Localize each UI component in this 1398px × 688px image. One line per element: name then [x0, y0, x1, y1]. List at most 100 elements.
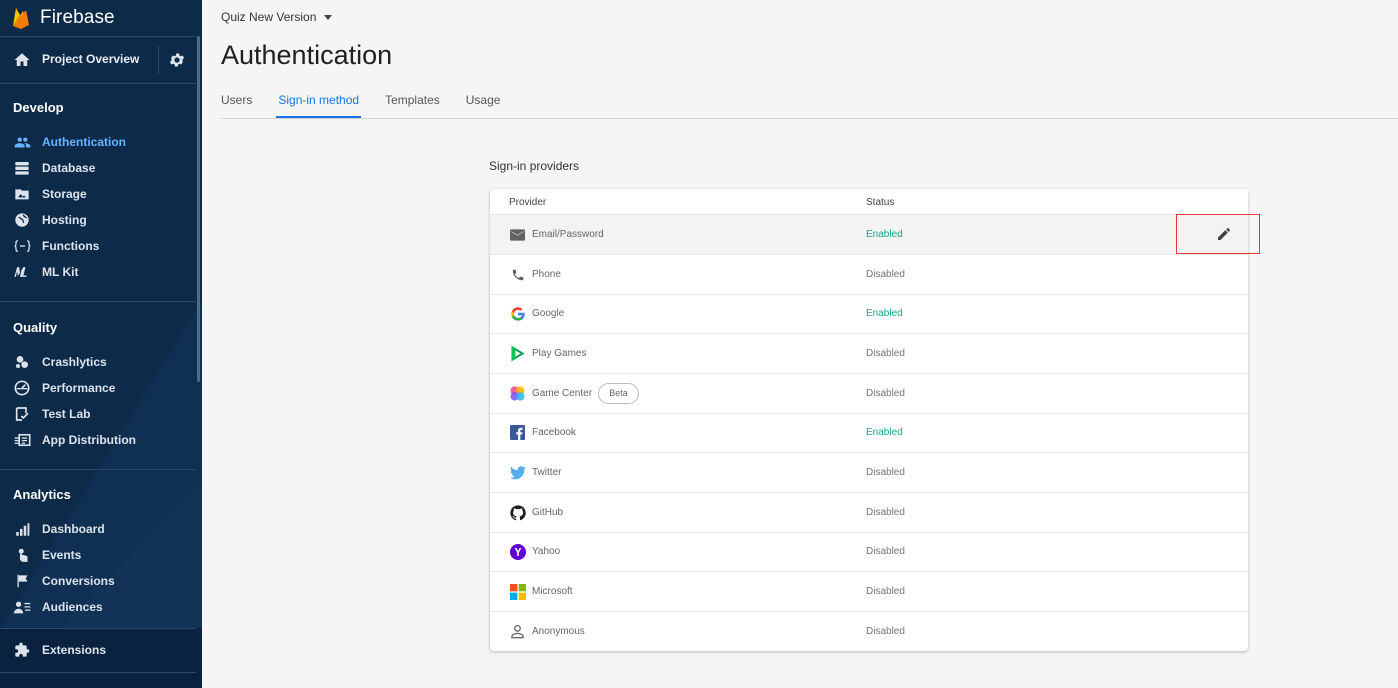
section-analytics[interactable]: Analytics: [13, 487, 71, 502]
divider: [158, 46, 159, 74]
divider: [0, 469, 196, 470]
table-row[interactable]: Twitter Disabled: [490, 453, 1248, 493]
sidebar-item-label: ML Kit: [42, 265, 79, 279]
sidebar-item-storage[interactable]: Storage: [0, 181, 196, 207]
sidebar-scrollbar[interactable]: [197, 36, 200, 382]
bar-chart-icon: [13, 520, 31, 538]
sidebar-item-hosting[interactable]: Hosting: [0, 207, 196, 233]
status-text: Disabled: [866, 626, 905, 637]
anonymous-icon: [509, 623, 526, 640]
provider-name: GitHub: [532, 507, 564, 518]
table-row[interactable]: Google Enabled: [490, 294, 1248, 334]
sidebar-item-dashboard[interactable]: Dashboard: [0, 516, 196, 542]
provider-name: Facebook: [532, 427, 576, 438]
providers-table: Provider Status Email/Password Enabled P…: [490, 189, 1248, 651]
sidebar-item-label: App Distribution: [42, 433, 136, 447]
tab-templates[interactable]: Templates: [385, 84, 440, 118]
google-icon: [509, 305, 526, 322]
gear-icon[interactable]: [168, 51, 186, 69]
github-icon: [509, 504, 526, 521]
table-row[interactable]: Facebook Enabled: [490, 413, 1248, 453]
provider-name: Play Games: [532, 348, 587, 359]
table-row[interactable]: Yahoo Disabled: [490, 532, 1248, 572]
folder-image-icon: [13, 185, 31, 203]
status-text: Enabled: [866, 229, 903, 240]
provider-name: Phone: [532, 269, 561, 280]
beta-badge: Beta: [598, 383, 639, 404]
flag-icon: [13, 572, 31, 590]
sidebar-item-events[interactable]: Events: [0, 542, 196, 568]
tab-bar: Users Sign-in method Templates Usage: [221, 84, 526, 118]
brand[interactable]: Firebase: [0, 0, 202, 36]
facebook-icon: [509, 424, 526, 441]
audiences-icon: [13, 598, 31, 616]
sidebar-item-crashlytics[interactable]: Crashlytics: [0, 349, 196, 375]
sidebar-item-performance[interactable]: Performance: [0, 375, 196, 401]
status-text: Disabled: [866, 507, 905, 518]
tab-users[interactable]: Users: [221, 84, 252, 118]
database-icon: [13, 159, 31, 177]
sidebar-item-authentication[interactable]: Authentication: [0, 129, 196, 155]
sidebar-item-label: Performance: [42, 381, 116, 395]
divider: [0, 628, 196, 629]
people-icon: [13, 133, 31, 151]
sidebar-item-functions[interactable]: Functions: [0, 233, 196, 259]
provider-name: Twitter: [532, 467, 562, 478]
section-develop[interactable]: Develop: [13, 100, 64, 115]
table-row[interactable]: Email/Password Enabled: [490, 215, 1248, 255]
table-row[interactable]: Play Games Disabled: [490, 334, 1248, 374]
divider: [0, 36, 196, 37]
brand-name: Firebase: [40, 7, 115, 28]
status-text: Enabled: [866, 427, 903, 438]
sidebar-item-label: Crashlytics: [42, 355, 107, 369]
sidebar-item-database[interactable]: Database: [0, 155, 196, 181]
sidebar-item-app-distribution[interactable]: App Distribution: [0, 427, 196, 453]
table-header: Provider Status: [490, 189, 1248, 215]
tab-usage[interactable]: Usage: [466, 84, 501, 118]
sidebar-item-audiences[interactable]: Audiences: [0, 594, 196, 620]
divider: [0, 301, 196, 302]
status-text: Disabled: [866, 388, 905, 399]
sidebar-item-label: Conversions: [42, 574, 115, 588]
caret-down-icon: [324, 14, 333, 20]
sidebar-item-ml-kit[interactable]: ML Kit: [0, 259, 196, 285]
sidebar-item-conversions[interactable]: Conversions: [0, 568, 196, 594]
project-overview-label: Project Overview: [42, 52, 140, 66]
table-row[interactable]: GitHub Disabled: [490, 493, 1248, 533]
table-row[interactable]: Anonymous Disabled: [490, 612, 1248, 651]
provider-name: Microsoft: [532, 586, 573, 597]
yahoo-icon: [509, 543, 526, 560]
project-selector[interactable]: Quiz New Version: [221, 10, 333, 24]
functions-icon: [13, 237, 31, 255]
status-text: Disabled: [866, 586, 905, 597]
provider-name: Google: [532, 308, 565, 319]
sidebar-item-extensions[interactable]: Extensions: [0, 637, 196, 663]
sidebar-item-test-lab[interactable]: Test Lab: [0, 401, 196, 427]
phone-icon: [509, 266, 526, 283]
puzzle-icon: [13, 641, 31, 659]
tab-sign-in-method[interactable]: Sign-in method: [276, 84, 361, 118]
crashlytics-icon: [13, 353, 31, 371]
column-provider: Provider: [509, 197, 547, 208]
status-text: Disabled: [866, 348, 905, 359]
project-overview[interactable]: Project Overview: [0, 42, 196, 78]
table-row[interactable]: Game Center Beta Disabled: [490, 374, 1248, 414]
provider-name: Email/Password: [532, 229, 604, 240]
tabs-underline: [221, 118, 1398, 119]
sidebar-item-label: Database: [42, 161, 96, 175]
provider-name: Anonymous: [532, 626, 585, 637]
status-text: Disabled: [866, 546, 905, 557]
section-quality[interactable]: Quality: [13, 320, 57, 335]
status-text: Enabled: [866, 308, 903, 319]
table-row[interactable]: Microsoft Disabled: [490, 572, 1248, 612]
sidebar-item-label: Storage: [42, 187, 87, 201]
table-row[interactable]: Phone Disabled: [490, 255, 1248, 295]
testlab-icon: [13, 405, 31, 423]
main-content: Quiz New Version Authentication Users Si…: [202, 0, 1398, 688]
sidebar-item-label: Events: [42, 548, 82, 562]
mlkit-icon: [13, 263, 31, 281]
sidebar-item-label: Authentication: [42, 135, 126, 149]
edit-pencil-icon[interactable]: [1214, 224, 1234, 244]
microsoft-icon: [509, 583, 526, 600]
sidebar: Firebase Project Overview Develop Authen…: [0, 0, 202, 688]
